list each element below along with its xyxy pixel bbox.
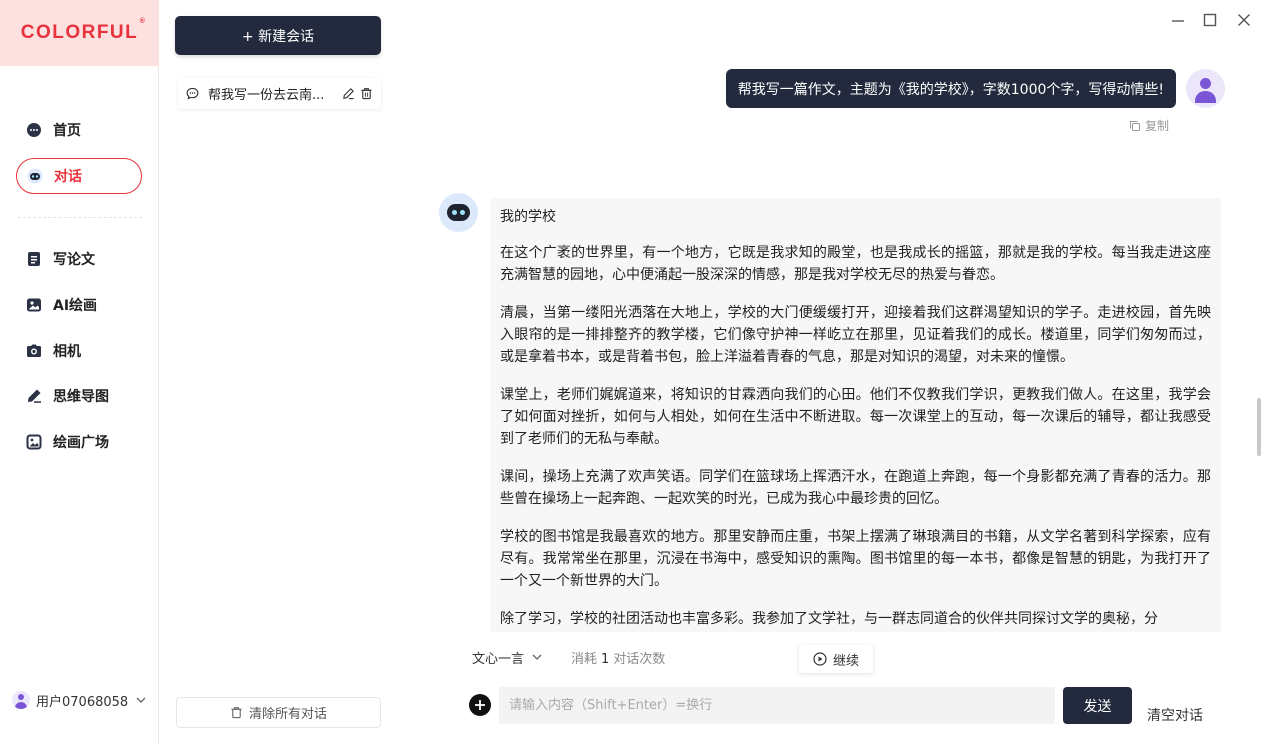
answer-paragraph: 课堂上，老师们娓娓道来，将知识的甘霖洒向我们的心田。他们不仅教我们学识，更教我们…	[500, 387, 1211, 447]
answer-title: 我的学校	[500, 209, 556, 225]
nav-item-label: 写论文	[53, 252, 95, 268]
continue-label: 继续	[832, 653, 859, 669]
message-input[interactable]	[499, 687, 1055, 724]
nav-item-label: 绘画广场	[53, 435, 109, 451]
nav-item-label: 思维导图	[53, 389, 109, 405]
gallery-icon	[26, 434, 42, 450]
edit-icon[interactable]	[341, 87, 355, 101]
clear-chat-button[interactable]: 清空对话	[1147, 705, 1203, 725]
nav-item-camera[interactable]: 相机	[16, 333, 142, 369]
clear-all-label: 清除所有对话	[248, 707, 327, 722]
scrollbar[interactable]	[1257, 398, 1261, 456]
answer-paragraph: 课间，操场上充满了欢声笑语。同学们在篮球场上挥洒汗水，在跑道上奔跑，每一个身影都…	[500, 469, 1211, 507]
conversation-title: 帮我写一份去云南...	[208, 88, 325, 103]
pen-icon	[26, 388, 42, 404]
send-button[interactable]: 发送	[1063, 687, 1132, 724]
answer-paragraph: 除了学习，学校的社团活动也丰富多彩。我参加了文学社，与一群志同道合的伙伴共同探讨…	[500, 611, 1158, 627]
nav-divider	[18, 217, 142, 218]
nav-item-label: 对话	[54, 169, 82, 185]
chat-bubble-icon	[26, 122, 42, 138]
plus-icon	[475, 700, 485, 710]
close-icon[interactable]	[1233, 9, 1255, 31]
new-conversation-button[interactable]: + 新建会话	[175, 16, 381, 55]
user-menu[interactable]: 用户07068058	[12, 688, 152, 712]
trash-icon[interactable]	[359, 87, 373, 101]
nav-item-label: 首页	[53, 123, 81, 139]
chevron-down-icon	[532, 652, 542, 663]
model-name: 文心一言	[472, 652, 525, 667]
chat-bubble-icon	[186, 87, 199, 100]
usage-count: 1	[601, 652, 610, 667]
answer-paragraph: 学校的图书馆是我最喜欢的地方。那里安静而庄重，书架上摆满了琳琅满目的书籍，从文学…	[500, 529, 1211, 589]
usage-info: 消耗 1 对话次数	[571, 652, 666, 667]
copy-icon	[1129, 120, 1141, 132]
assistant-answer: 我的学校 在这个广袤的世界里，有一个地方，它既是我求知的殿堂，也是我成长的摇篮，…	[490, 198, 1221, 632]
robot-icon	[27, 168, 43, 184]
model-selector[interactable]: 文心一言	[472, 648, 542, 667]
nav-item-mind-map[interactable]: 思维导图	[16, 378, 142, 414]
camera-icon	[26, 343, 42, 359]
document-icon	[26, 251, 42, 267]
maximize-icon[interactable]	[1199, 9, 1221, 31]
nav-item-write-paper[interactable]: 写论文	[16, 241, 142, 277]
continue-button[interactable]: 继续	[799, 645, 873, 673]
logo: COLORFUL ®	[20, 18, 147, 43]
copy-button[interactable]: 复制	[1129, 117, 1169, 134]
user-avatar-icon	[1186, 69, 1225, 108]
copy-label: 复制	[1145, 119, 1170, 133]
play-circle-icon	[813, 652, 827, 666]
conversation-item[interactable]: 帮我写一份去云南...	[178, 78, 381, 109]
nav-item-ai-drawing[interactable]: AI绘画	[16, 287, 142, 323]
user-name: 用户07068058	[36, 694, 129, 710]
answer-paragraph: 在这个广袤的世界里，有一个地方，它既是我求知的殿堂，也是我成长的摇篮，那就是我的…	[500, 245, 1211, 283]
nav-item-home[interactable]: 首页	[16, 112, 142, 148]
nav-item-label: 相机	[53, 344, 81, 360]
logo-area: COLORFUL ®	[0, 0, 159, 66]
nav-item-chat[interactable]: 对话	[16, 158, 142, 194]
nav-item-gallery[interactable]: 绘画广场	[16, 424, 142, 460]
image-icon	[26, 297, 42, 313]
add-attachment-button[interactable]	[469, 694, 491, 716]
side-nav: COLORFUL ® 首页 对话 写论文 AI绘画 相机 思维导图 绘画广场 用…	[0, 0, 159, 744]
nav-item-label: AI绘画	[53, 298, 98, 314]
minimize-icon[interactable]	[1167, 9, 1189, 31]
bot-avatar-icon	[439, 193, 478, 232]
user-message-bubble: 帮我写一篇作文，主题为《我的学校》，字数1000个字，写得动情些!	[725, 69, 1176, 108]
answer-paragraph: 清晨，当第一缕阳光洒落在大地上，学校的大门便缓缓打开，迎接着我们这群渴望知识的学…	[500, 305, 1211, 365]
user-avatar-icon	[12, 691, 30, 709]
clear-all-conversations-button[interactable]: 清除所有对话	[176, 697, 381, 728]
user-message-text: 帮我写一篇作文，主题为《我的学校》，字数1000个字，写得动情些!	[737, 81, 1164, 98]
conversation-panel: + 新建会话 帮我写一份去云南... 清除所有对话	[160, 0, 396, 744]
chevron-down-icon	[136, 695, 146, 706]
trash-icon	[230, 706, 243, 719]
